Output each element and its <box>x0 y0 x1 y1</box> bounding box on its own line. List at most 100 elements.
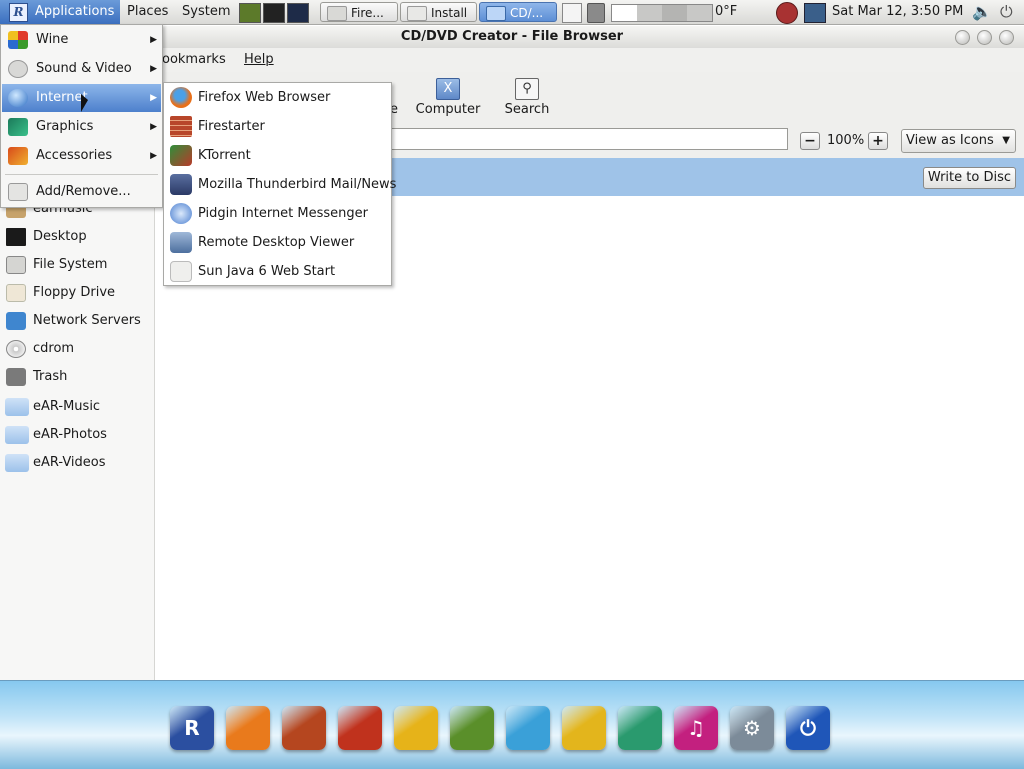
temperature-readout[interactable]: 0°F <box>715 0 737 24</box>
task-cd-creator[interactable]: CD/... <box>479 2 557 22</box>
write-to-disc-button[interactable]: Write to Disc <box>922 167 1016 189</box>
menu-item-sound-video[interactable]: Sound & Video ▶ <box>2 55 161 83</box>
location-input[interactable] <box>390 128 788 150</box>
toolbar-computer-button[interactable]: X Computer <box>414 78 482 117</box>
paint-icon[interactable] <box>618 706 662 750</box>
menu-bookmarks[interactable]: ookmarks <box>162 48 226 72</box>
office-icon[interactable] <box>562 706 606 750</box>
maximize-button[interactable] <box>977 30 992 45</box>
submenu-arrow-icon: ▶ <box>150 35 157 45</box>
toolbar-label: Computer <box>415 102 481 117</box>
volume-icon[interactable]: 🔈 <box>972 0 992 24</box>
submenu-arrow-icon: ▶ <box>150 122 157 132</box>
view-mode-value: View as Icons <box>906 133 994 148</box>
settings-icon[interactable]: ⚙ <box>730 706 774 750</box>
sidebar-item-label: cdrom <box>33 341 75 356</box>
clock[interactable]: Sat Mar 12, 3:50 PM <box>832 0 963 24</box>
cdrom-icon <box>6 340 26 358</box>
system-monitor-graph[interactable] <box>611 4 713 22</box>
trash-applet-icon[interactable] <box>587 3 605 23</box>
record-icon[interactable] <box>776 2 798 24</box>
java-icon <box>170 261 192 282</box>
menu-item-pidgin[interactable]: Pidgin Internet Messenger <box>165 199 390 228</box>
menu-item-label: Firestarter <box>198 119 265 134</box>
menu-separator <box>5 174 158 175</box>
task-firefox[interactable]: Fire... <box>320 2 398 22</box>
pidgin-icon <box>170 203 192 224</box>
install-task-icon <box>407 6 427 21</box>
places-menu-button[interactable]: Places <box>127 0 168 24</box>
desktop-icon <box>6 228 26 246</box>
java-cup-icon[interactable] <box>394 706 438 750</box>
folder-icon <box>5 426 29 444</box>
toolbar-search-button[interactable]: ⚲ Search <box>503 78 551 117</box>
launcher-icon[interactable] <box>239 3 261 23</box>
menu-item-firestarter[interactable]: Firestarter <box>165 112 390 141</box>
minimize-button[interactable] <box>955 30 970 45</box>
music-icon[interactable]: ♫ <box>674 706 718 750</box>
task-label: Install <box>431 6 468 20</box>
menu-item-label: Wine <box>36 32 69 47</box>
add-remove-icon <box>8 183 28 201</box>
guitar-icon[interactable] <box>282 706 326 750</box>
keyboard-launcher-icon[interactable] <box>263 3 285 23</box>
sound-video-icon <box>8 60 28 78</box>
system-menu-button[interactable]: System <box>182 0 230 24</box>
menu-item-add-remove[interactable]: Add/Remove... <box>2 178 161 206</box>
sidebar-item-label: Trash <box>33 369 68 384</box>
menu-item-label: Pidgin Internet Messenger <box>198 206 368 221</box>
shutdown-icon[interactable]: ⏻ <box>1000 0 1013 24</box>
zoom-in-button[interactable]: + <box>868 132 888 150</box>
wine-icon <box>8 31 28 49</box>
submenu-arrow-icon: ▶ <box>150 64 157 74</box>
internet-submenu: Firefox Web Browser Firestarter KTorrent… <box>163 82 396 286</box>
menu-item-graphics[interactable]: Graphics ▶ <box>2 113 161 141</box>
menu-help[interactable]: Help <box>244 48 274 72</box>
sidebar-item-label: Floppy Drive <box>33 285 116 300</box>
power-icon[interactable]: ⏻ <box>786 706 830 750</box>
menu-item-wine[interactable]: Wine ▶ <box>2 26 161 54</box>
sidebar-item-label: Network Servers <box>33 313 141 328</box>
messenger-icon[interactable] <box>506 706 550 750</box>
show-desktop-icon[interactable] <box>562 3 582 23</box>
applications-menu: Wine ▶ Sound & Video ▶ Internet ▶ Graphi… <box>0 24 163 208</box>
remote-desktop-icon <box>170 232 192 253</box>
task-install[interactable]: Install <box>400 2 477 22</box>
firefox-icon[interactable] <box>226 706 270 750</box>
internet-icon <box>8 89 28 107</box>
zoom-level: 100% <box>827 133 865 148</box>
image-viewer-icon[interactable] <box>450 706 494 750</box>
menu-item-label: KTorrent <box>198 148 251 163</box>
menu-item-remote-desktop[interactable]: Remote Desktop Viewer <box>165 228 390 257</box>
zoom-out-button[interactable]: − <box>800 132 820 150</box>
media-player-icon[interactable] <box>338 706 382 750</box>
menu-item-ktorrent[interactable]: KTorrent <box>165 141 390 170</box>
computer-icon: X <box>436 78 460 100</box>
firestarter-icon <box>170 116 192 137</box>
toolbar-label: Search <box>504 102 550 117</box>
menu-item-java-web-start[interactable]: Sun Java 6 Web Start <box>165 257 390 286</box>
menu-item-label: Firefox Web Browser <box>198 90 331 105</box>
sidebar-item-label: eAR-Videos <box>33 455 106 470</box>
menu-item-firefox[interactable]: Firefox Web Browser <box>165 83 390 112</box>
menu-item-accessories[interactable]: Accessories ▶ <box>2 142 161 170</box>
submenu-arrow-icon: ▶ <box>150 151 157 161</box>
floppy-icon <box>6 284 26 302</box>
monitor-launcher-icon[interactable] <box>287 3 309 23</box>
thunderbird-icon <box>170 174 192 195</box>
view-mode-select[interactable]: View as Icons ▼ <box>901 129 1016 153</box>
close-button[interactable] <box>999 30 1014 45</box>
task-label: CD/... <box>510 6 544 20</box>
search-icon: ⚲ <box>515 78 539 100</box>
top-panel: R Applications Places System Fire... Ins… <box>0 0 1024 25</box>
menu-item-label: Graphics <box>36 119 94 134</box>
sidebar-item-label: eAR-Music <box>33 399 101 414</box>
menu-item-label: Mozilla Thunderbird Mail/News <box>198 177 397 192</box>
graphics-icon <box>8 118 28 136</box>
menu-item-thunderbird[interactable]: Mozilla Thunderbird Mail/News <box>165 170 396 199</box>
applications-menu-button[interactable]: R Applications <box>0 0 120 24</box>
r-logo-icon[interactable]: R <box>170 706 214 750</box>
filesystem-icon <box>6 256 26 274</box>
sidebar-item-label: eAR-Photos <box>33 427 107 442</box>
network-status-icon[interactable] <box>804 3 826 23</box>
